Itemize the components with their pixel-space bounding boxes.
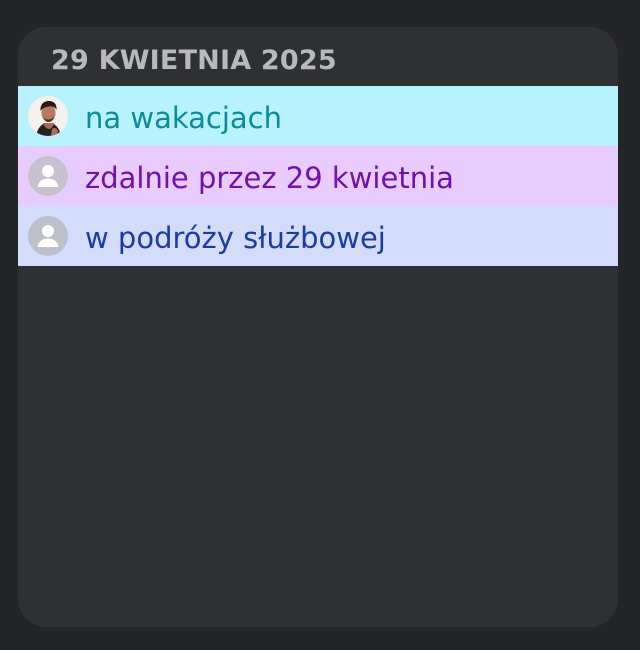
date-status-card: 29 KWIETNIA 2025 na wakacjach zdalnie pr… <box>18 27 618 627</box>
status-row-business-trip[interactable]: w podróży służbowej <box>18 206 618 266</box>
status-list: na wakacjach zdalnie przez 29 kwietnia w… <box>18 86 618 266</box>
status-label: na wakacjach <box>85 101 283 135</box>
status-label: zdalnie przez 29 kwietnia <box>85 161 454 195</box>
status-row-remote[interactable]: zdalnie przez 29 kwietnia <box>18 146 618 206</box>
user-photo-avatar[interactable] <box>28 96 68 136</box>
status-row-vacation[interactable]: na wakacjach <box>18 86 618 146</box>
default-user-avatar-icon[interactable] <box>28 156 68 196</box>
status-label: w podróży służbowej <box>85 221 386 255</box>
card-date-title: 29 KWIETNIA 2025 <box>51 45 337 76</box>
default-user-avatar-icon[interactable] <box>28 216 68 256</box>
